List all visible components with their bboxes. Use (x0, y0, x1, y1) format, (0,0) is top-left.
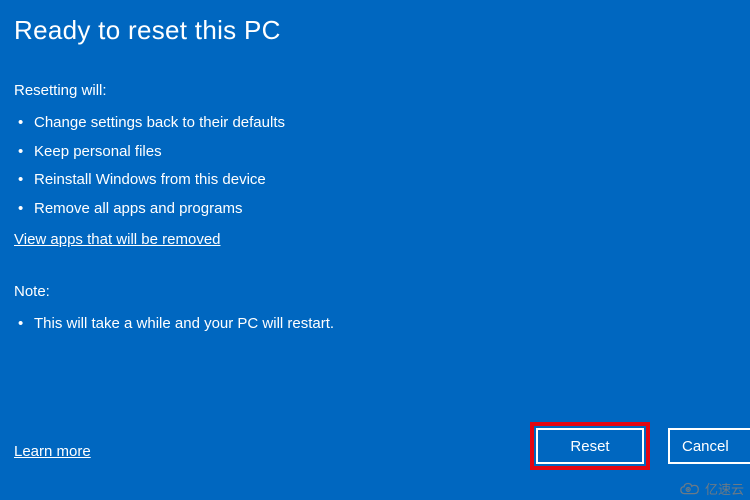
list-item: Reinstall Windows from this device (18, 166, 736, 195)
reset-pc-dialog: Ready to reset this PC Resetting will: C… (0, 0, 750, 500)
reset-button-highlight: Reset (530, 422, 650, 470)
list-item: This will take a while and your PC will … (18, 310, 736, 339)
cancel-button[interactable]: Cancel (668, 428, 750, 464)
learn-more-link[interactable]: Learn more (14, 443, 91, 460)
note-list: This will take a while and your PC will … (14, 310, 736, 339)
reset-button[interactable]: Reset (536, 428, 644, 464)
view-apps-link[interactable]: View apps that will be removed (14, 231, 221, 248)
watermark: 亿速云 (679, 479, 744, 498)
resetting-list: Change settings back to their defaults K… (14, 109, 736, 223)
cloud-icon (679, 481, 701, 497)
note-section: Note: This will take a while and your PC… (14, 283, 736, 339)
watermark-text: 亿速云 (705, 479, 744, 498)
resetting-section: Resetting will: Change settings back to … (14, 82, 736, 249)
list-item: Keep personal files (18, 138, 736, 167)
button-row: Reset Cancel (530, 422, 750, 470)
note-label: Note: (14, 283, 736, 300)
page-title: Ready to reset this PC (14, 15, 736, 46)
resetting-label: Resetting will: (14, 82, 736, 99)
list-item: Remove all apps and programs (18, 195, 736, 224)
list-item: Change settings back to their defaults (18, 109, 736, 138)
